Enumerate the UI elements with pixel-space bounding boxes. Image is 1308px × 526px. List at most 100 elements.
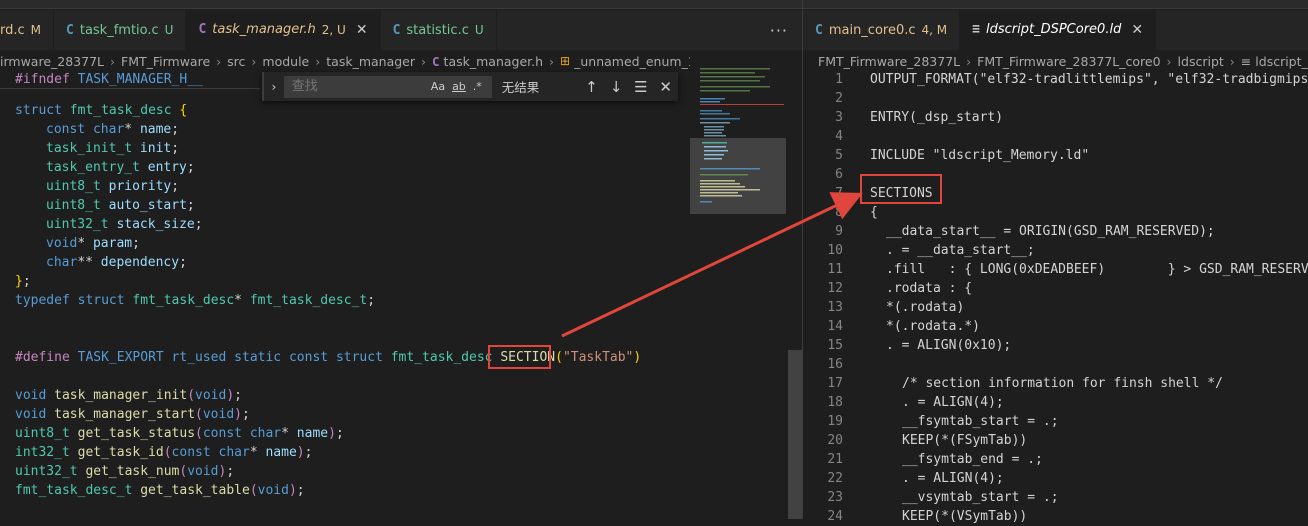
right-code-editor[interactable]: 1 2 3 4 5 6 7 8 9 10 11 12 13 14 15 16 17 18 19 20 21 22 23 24 …	[803, 70, 1308, 524]
tab-task-fmtio[interactable]: C task_fmtio.c U	[54, 10, 187, 50]
more-actions-icon[interactable]: ···	[756, 10, 802, 50]
line-number: 9	[835, 224, 843, 239]
line-number: 13	[827, 300, 843, 315]
tab-rd-c[interactable]: rd.c M	[0, 10, 55, 50]
left-code-editor[interactable]: #ifndef TASK_MANAGER_H__ struct fmt_task…	[0, 70, 788, 519]
line-number: 11	[827, 262, 843, 277]
code-line: void task_manager_start(void);	[15, 407, 250, 422]
chevron-right-icon: ›	[110, 53, 115, 69]
breadcrumb-item[interactable]: FMT_Firmware	[121, 54, 210, 69]
line-number: 4	[835, 129, 843, 144]
vertical-scrollbar[interactable]	[788, 350, 802, 519]
match-whole-word-icon[interactable]: ab	[452, 80, 466, 93]
code-line: KEEP(*(VSymTab))	[902, 509, 1028, 524]
code-line: uint8_t priority;	[46, 179, 180, 194]
code-line: };	[15, 274, 31, 289]
breadcrumb-item[interactable]: src	[227, 54, 245, 69]
line-number: 20	[827, 433, 843, 448]
code-line: task_entry_t entry;	[46, 160, 195, 175]
match-case-icon[interactable]: Aa	[431, 80, 445, 93]
code-line: SECTIONS	[870, 186, 933, 201]
find-input[interactable]	[289, 78, 424, 95]
chevron-right-icon: ›	[216, 53, 222, 69]
cursor-line	[0, 88, 260, 89]
line-number: 5	[835, 148, 843, 163]
code-line: const char* name;	[46, 122, 180, 137]
breadcrumb-item[interactable]: FMT_Firmware_28377L	[818, 54, 960, 69]
title-strip	[0, 0, 1308, 9]
line-number: 21	[827, 452, 843, 467]
arrow-down-icon[interactable]: ↓	[604, 78, 629, 96]
chevron-right-icon: ›	[966, 53, 972, 69]
line-number: 1	[835, 72, 843, 87]
line-number: 17	[827, 376, 843, 391]
minimap[interactable]	[690, 68, 786, 248]
line-number: 10	[827, 243, 843, 258]
code-line: task_init_t init;	[46, 141, 180, 156]
breadcrumb: FMT_Firmware_28377L › FMT_Firmware_28377L…	[818, 50, 1308, 72]
tab-label: main_core0.c	[828, 22, 916, 38]
line-number: 24	[827, 509, 843, 524]
breadcrumb-item[interactable]: _unnamed_enum_148e_1	[574, 54, 690, 69]
code-line: fmt_task_desc_t get_task_table(void);	[15, 483, 305, 498]
ld-file-icon: ≡	[972, 22, 980, 37]
line-number: 19	[827, 414, 843, 429]
c-file-icon: C	[815, 22, 823, 38]
close-icon[interactable]: ✕	[1131, 22, 1143, 38]
tab-modified-badge: 4, M	[921, 23, 948, 37]
tab-modified-badge: M	[30, 23, 42, 37]
tab-label: task_fmtio.c	[79, 22, 159, 38]
find-input-box: Aa ab .*	[283, 75, 492, 98]
code-line: uint32_t stack_size;	[46, 217, 203, 232]
tab-label: rd.c	[0, 22, 25, 38]
tab-modified-badge: U	[474, 23, 484, 37]
line-number: 12	[827, 281, 843, 296]
tab-label: ldscript_DSPCore0.ld	[985, 22, 1122, 37]
find-in-selection-icon[interactable]: ☰	[629, 78, 654, 96]
line-number: 16	[827, 357, 843, 372]
code-line: __fsymtab_start = .;	[902, 414, 1059, 429]
breadcrumb-item[interactable]: FMT_Firmware_28377L_core0	[977, 54, 1160, 69]
code-line: . = ALIGN(4);	[902, 471, 1004, 486]
chevron-right-icon: ›	[549, 53, 555, 69]
tab-statistic-c[interactable]: C statistic.c U	[381, 10, 497, 50]
chevron-right-icon: ›	[251, 53, 257, 69]
breadcrumb-item[interactable]: ldscript	[1178, 54, 1224, 69]
section-highlight-box	[488, 345, 551, 369]
code-line: typedef struct fmt_task_desc* fmt_task_d…	[15, 293, 376, 308]
breadcrumb-item[interactable]: task_manager	[326, 54, 415, 69]
code-line: . = ALIGN(4);	[902, 395, 1004, 410]
code-line: *(.rodata.*)	[886, 319, 980, 334]
line-number: 3	[835, 110, 843, 125]
line-number: 2	[835, 91, 843, 106]
breadcrumb-item[interactable]: task_manager.h	[444, 54, 544, 69]
arrow-up-icon[interactable]: ↑	[579, 78, 604, 96]
code-line: #ifndef TASK_MANAGER_H__	[15, 72, 203, 87]
line-number: 8	[835, 205, 843, 220]
right-tab-bar: C main_core0.c 4, M ≡ ldscript_DSPCore0.…	[803, 10, 1308, 50]
find-result-count: 无结果	[501, 80, 540, 95]
tab-modified-badge: 2, U	[321, 22, 346, 37]
code-line: .fill : { LONG(0xDEADBEEF) } > GSD_RAM_R…	[886, 262, 1308, 277]
line-number: 15	[827, 338, 843, 353]
breadcrumb-item[interactable]: ldscript_DSPCore0.ld	[1255, 54, 1308, 69]
tab-ldscript-dspcore0[interactable]: ≡ ldscript_DSPCore0.ld ✕	[960, 10, 1157, 50]
regex-icon[interactable]: .*	[473, 80, 482, 93]
close-icon[interactable]: ✕	[356, 22, 368, 38]
chevron-right-icon: ›	[1229, 53, 1235, 69]
code-line: . = ALIGN(0x10);	[886, 338, 1012, 353]
code-line: *(.rodata)	[886, 300, 965, 315]
tab-main-core0[interactable]: C main_core0.c 4, M	[803, 10, 961, 50]
breadcrumb-item[interactable]: module	[262, 54, 309, 69]
ld-file-icon: ≡	[1240, 53, 1252, 69]
chevron-right-icon[interactable]: ›	[264, 80, 284, 94]
code-line: struct fmt_task_desc {	[15, 103, 188, 118]
tab-task-manager-h[interactable]: C task_manager.h 2, U ✕	[186, 10, 381, 50]
code-line: __vsymtab_start = .;	[902, 490, 1059, 505]
line-number: 14	[827, 319, 843, 334]
c-header-icon: C	[198, 22, 207, 37]
line-number: 22	[827, 471, 843, 486]
close-icon[interactable]: ✕	[653, 78, 678, 96]
breadcrumb-item[interactable]: irmware_28377L	[0, 54, 104, 69]
code-line: ENTRY(_dsp_start)	[870, 110, 1004, 125]
